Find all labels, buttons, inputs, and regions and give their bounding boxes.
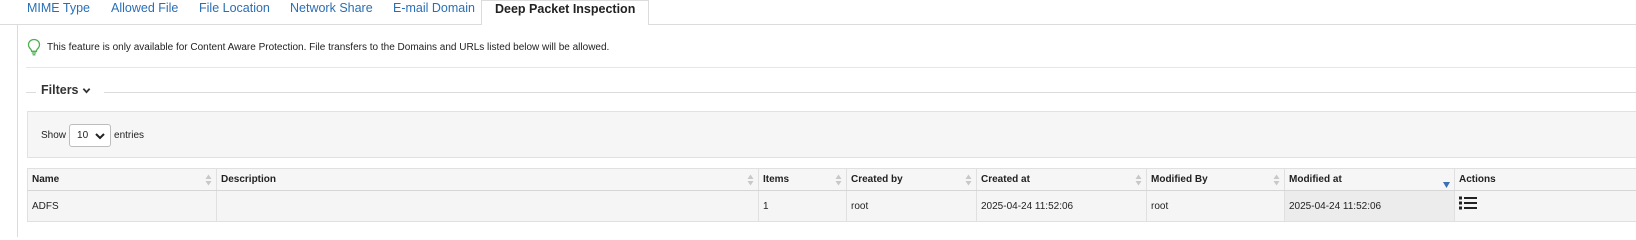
column-header-created-at[interactable]: Created at: [977, 169, 1147, 190]
column-header-items[interactable]: Items: [759, 169, 847, 190]
divider: [26, 67, 1636, 68]
legend-line: [26, 92, 36, 93]
filters-label: Filters: [41, 83, 79, 97]
cell-name: ADFS: [28, 191, 217, 221]
cell-created-at: 2025-04-24 11:52:06: [977, 191, 1147, 221]
column-header-modified-by[interactable]: Modified By: [1147, 169, 1285, 190]
tab-file-location[interactable]: File Location: [199, 0, 270, 25]
entries-per-page-value: 10: [77, 130, 89, 141]
sort-icon: [1135, 174, 1142, 186]
tab-allowed-file[interactable]: Allowed File: [111, 0, 178, 25]
column-header-actions: Actions: [1455, 169, 1636, 190]
sort-icon: [1273, 174, 1280, 186]
filters-toggle[interactable]: Filters: [41, 83, 91, 97]
entries-label: entries: [114, 130, 145, 141]
sort-icon: [747, 174, 754, 186]
cell-modified-by: root: [1147, 191, 1285, 221]
info-text: This feature is only available for Conte…: [47, 41, 610, 53]
tab-network-share[interactable]: Network Share: [290, 0, 373, 25]
chevron-down-icon: [95, 133, 105, 140]
list-icon[interactable]: [1459, 196, 1477, 210]
column-header-created-by[interactable]: Created by: [847, 169, 977, 190]
column-header-label: Modified at: [1289, 174, 1342, 185]
chevron-down-icon: [82, 87, 90, 93]
table-length-control-bar: Show 10 entries: [27, 111, 1636, 158]
column-header-label: Actions: [1459, 174, 1496, 185]
cell-actions: [1455, 191, 1636, 221]
column-header-description[interactable]: Description: [217, 169, 759, 190]
cell-created-by: root: [847, 191, 977, 221]
sort-icon: [835, 174, 842, 186]
cell-description: [217, 191, 759, 221]
sort-icon: [965, 174, 972, 186]
column-header-label: Created by: [851, 174, 903, 185]
tab-bar: MIME Type Allowed File File Location Net…: [0, 0, 1636, 26]
column-header-name[interactable]: Name: [28, 169, 217, 190]
info-notice: This feature is only available for Conte…: [26, 37, 609, 57]
sort-desc-icon: [1443, 182, 1450, 188]
sort-icon: [205, 174, 212, 186]
tab-deep-packet-inspection[interactable]: Deep Packet Inspection: [481, 0, 650, 26]
show-label: Show: [41, 130, 67, 141]
filters-section: Filters: [26, 83, 1636, 103]
column-header-label: Created at: [981, 174, 1030, 185]
table-header-row: Name Description Items Created by Create…: [27, 168, 1636, 191]
column-header-modified-at[interactable]: Modified at: [1285, 169, 1455, 190]
entries-per-page-select[interactable]: 10: [69, 124, 112, 147]
column-header-label: Items: [763, 174, 790, 185]
legend-line: [104, 92, 1636, 93]
lightbulb-icon: [27, 38, 41, 56]
tab-content-panel: This feature is only available for Conte…: [17, 25, 1636, 237]
table-row[interactable]: ADFS 1 root 2025-04-24 11:52:06 root 202…: [27, 191, 1636, 222]
dpi-table: Name Description Items Created by Create…: [27, 168, 1636, 222]
column-header-label: Description: [221, 174, 277, 185]
column-header-label: Name: [32, 174, 60, 185]
cell-items: 1: [759, 191, 847, 221]
cell-modified-at: 2025-04-24 11:52:06: [1285, 191, 1455, 221]
column-header-label: Modified By: [1151, 174, 1208, 185]
tab-mime-type[interactable]: MIME Type: [27, 0, 90, 25]
tab-email-domain[interactable]: E-mail Domain: [393, 0, 475, 25]
